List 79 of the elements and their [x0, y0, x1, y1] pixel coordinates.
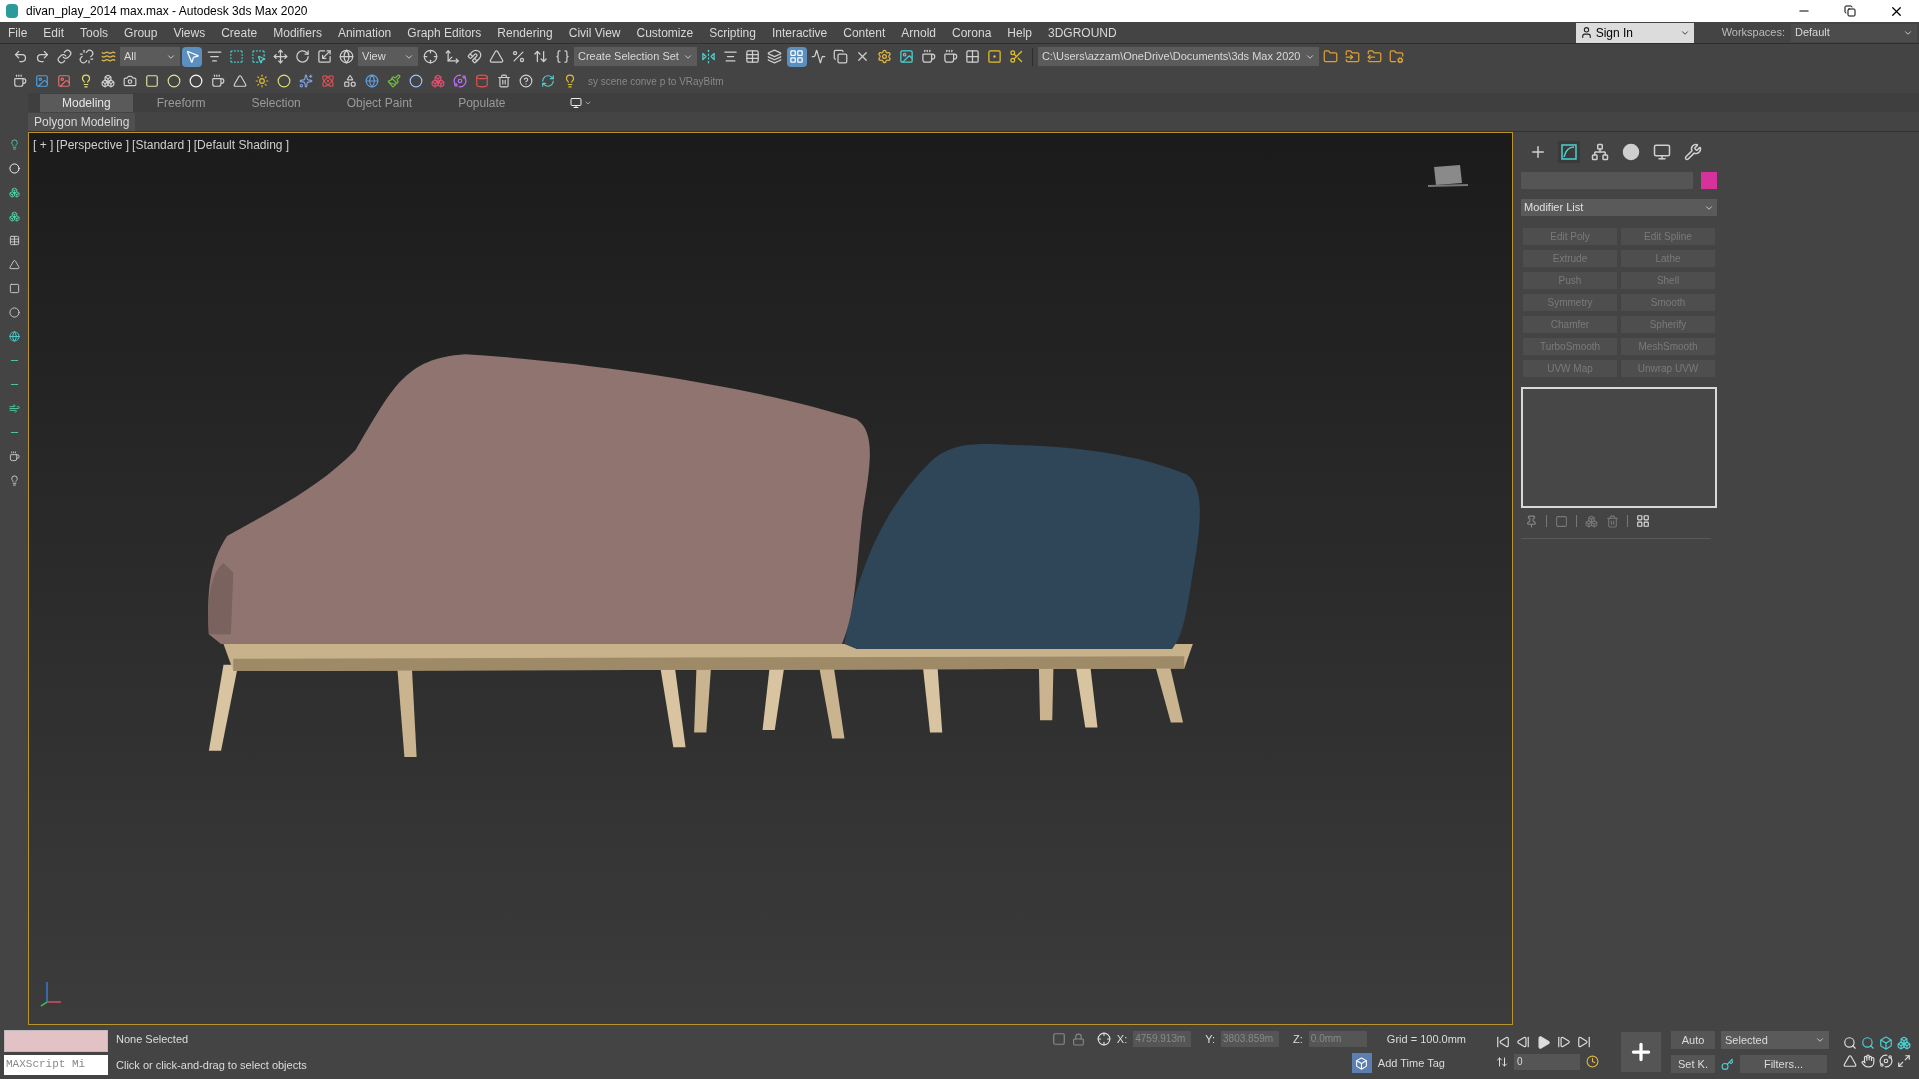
go-to-start-icon[interactable]	[1496, 1035, 1510, 1049]
next-frame-icon[interactable]	[1557, 1035, 1571, 1049]
previous-frame-icon[interactable]	[1516, 1035, 1530, 1049]
viewport-label[interactable]: [Standard ]	[132, 136, 191, 154]
add-time-tag-link[interactable]: Add Time Tag	[1377, 1055, 1445, 1072]
lock-icon[interactable]	[1071, 1032, 1085, 1046]
set-key-button[interactable]: Set K.	[1671, 1055, 1715, 1073]
menu-item[interactable]: Views	[165, 23, 214, 42]
orbit-icon[interactable]	[1879, 1054, 1893, 1068]
menu-item[interactable]: Customize	[628, 23, 702, 42]
caret-icon	[1815, 1035, 1825, 1045]
menu-item[interactable]: Animation	[329, 23, 400, 42]
menu-item[interactable]: Interactive	[763, 23, 836, 42]
menu-item[interactable]: Rendering	[489, 23, 561, 42]
user-icon	[1579, 26, 1593, 39]
menu-item[interactable]: Arnold	[893, 23, 944, 42]
viewport[interactable]: [ + ] [Perspective ] [Standard ] [Default Shading ]	[28, 132, 1513, 1025]
x-label: X:	[1116, 1031, 1128, 1047]
object-color-swatch[interactable]	[1701, 172, 1717, 189]
grid-size: Grid = 100.0mm	[1386, 1031, 1466, 1047]
menu-item[interactable]: Create	[213, 23, 266, 42]
filter-dropdown[interactable]: All	[120, 47, 180, 66]
pan-icon[interactable]	[1861, 1054, 1875, 1068]
grid-icon[interactable]	[786, 46, 807, 67]
selection-status: None Selected	[116, 1031, 190, 1047]
viewport-label[interactable]: [Default Shading ]	[193, 136, 290, 154]
zoom-icon[interactable]	[1843, 1036, 1857, 1050]
menu-item[interactable]: Civil View	[560, 23, 629, 42]
ribbon-tab[interactable]: Selection	[229, 93, 323, 112]
link-icon[interactable]	[54, 46, 74, 67]
pin-icon[interactable]	[1525, 514, 1538, 528]
ribbon-panel-label[interactable]: Polygon Modeling	[28, 112, 136, 131]
play-icon[interactable]	[1536, 1034, 1551, 1050]
project-path-dropdown[interactable]: C:\Users\azzam\OneDrive\Documents\3ds Max 2020	[1037, 47, 1319, 66]
selection-set-dropdown[interactable]: Create Selection Set	[574, 47, 697, 66]
menu-item[interactable]: 3DGROUND	[1040, 23, 1125, 42]
script-hint: sy scene conve p to VRayBitm	[588, 74, 724, 89]
prompt-text: Click or click-and-drag to select objects	[116, 1058, 307, 1073]
cursor-icon[interactable]	[182, 46, 202, 67]
ribbon-tab[interactable]: Freeform	[134, 93, 228, 112]
app-icon	[6, 4, 18, 18]
ribbon-tab[interactable]: Modeling	[40, 93, 133, 112]
y-label: Y:	[1205, 1031, 1216, 1047]
workspaces-label: Workspaces:	[1721, 25, 1785, 41]
coordinate-dropdown[interactable]: View	[358, 47, 418, 66]
auto-key-button[interactable]: Auto	[1671, 1031, 1715, 1049]
filters-button[interactable]: Filters...	[1740, 1055, 1827, 1073]
ribbon-tab[interactable]: Populate	[436, 93, 528, 112]
menu-item[interactable]: File	[0, 23, 36, 42]
maximize-icon[interactable]	[1897, 1054, 1911, 1068]
circle-icon[interactable]	[1620, 141, 1642, 163]
wrench-icon[interactable]	[1682, 141, 1704, 163]
go-to-end-icon[interactable]	[1577, 1035, 1591, 1049]
menu-item[interactable]: Help	[999, 23, 1040, 42]
hierarchy-icon[interactable]	[1589, 141, 1611, 163]
menu-item[interactable]: Scripting	[701, 23, 764, 42]
curve-icon[interactable]	[1558, 141, 1580, 163]
viewport-label[interactable]: [Perspective ]	[56, 136, 130, 154]
maxscript-field[interactable]: MAXScript Mi	[4, 1054, 108, 1075]
menu-item[interactable]: Edit	[35, 23, 73, 42]
zoom-all-icon[interactable]	[1861, 1036, 1875, 1050]
menu-item[interactable]: Tools	[72, 23, 117, 42]
modifier-stack[interactable]	[1521, 387, 1717, 508]
viewport-label[interactable]: [ + ]	[33, 136, 54, 154]
listener-swatch[interactable]	[4, 1029, 108, 1052]
window-title: divan_play_2014 max.max - Autodesk 3ds Max 2020	[26, 3, 308, 20]
key-filter-dropdown[interactable]: Selected	[1721, 1031, 1829, 1049]
menu-item[interactable]: Content	[835, 23, 894, 42]
workspaces-dropdown[interactable]: Default	[1791, 23, 1917, 42]
ribbon-tab[interactable]: Object Paint	[324, 93, 435, 112]
menu-item[interactable]: Corona	[943, 23, 1000, 42]
frame-field[interactable]: 0	[1514, 1053, 1580, 1070]
z-label: Z:	[1293, 1031, 1303, 1047]
menu-item[interactable]: Modifiers	[265, 23, 330, 42]
menu-item[interactable]: Graph Editors	[399, 23, 490, 42]
modifier-list-dropdown[interactable]: Modifier List	[1521, 199, 1717, 216]
menu-item[interactable]: Group	[116, 23, 166, 42]
unlink-icon[interactable]	[76, 46, 96, 67]
sign-in-dropdown[interactable]: Sign In	[1575, 22, 1694, 43]
